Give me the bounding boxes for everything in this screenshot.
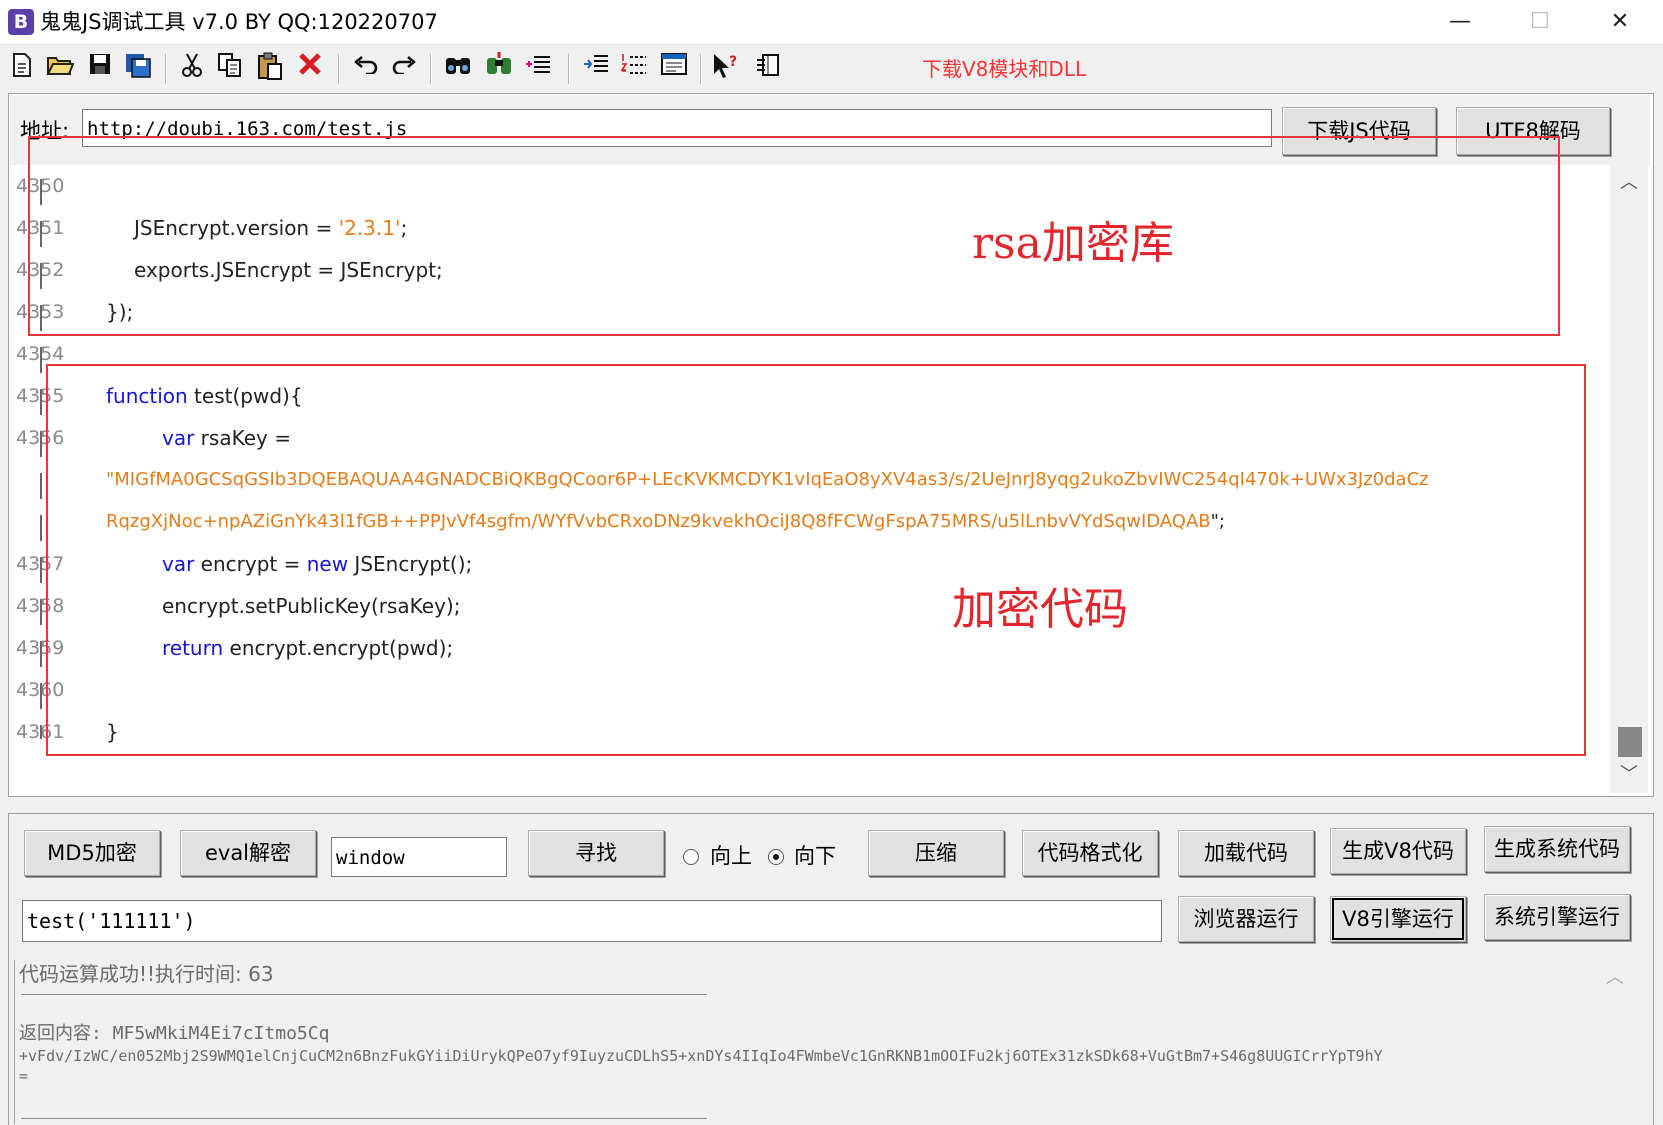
paste-icon[interactable] [254,52,286,84]
output-result-text: +vFdv/IzWC/en052Mbj2S9WMQ1elCnjCuCM2n6Bn… [19,1047,1383,1065]
minimize-button[interactable]: — [1425,0,1495,44]
window-title: 鬼鬼JS调试工具 v7.0 BY QQ:120220707 [40,10,438,34]
new-file-icon[interactable] [6,52,38,84]
save-icon[interactable] [84,52,116,84]
copy-icon[interactable] [214,52,246,84]
toolbar-separator [430,54,432,84]
command-input[interactable]: test('111111') [22,900,1162,942]
load-code-button[interactable]: 加载代码 [1178,830,1314,876]
eval-decrypt-button[interactable]: eval解密 [180,830,316,876]
cut-icon[interactable] [176,52,208,84]
search-down-radio[interactable] [768,849,784,865]
compress-button[interactable]: 压缩 [868,830,1004,876]
outdent-icon[interactable] [580,52,612,84]
output-panel[interactable]: 代码运算成功!!执行时间: 63 返回内容: MF5wMkiM4Ei7cItmo… [14,960,1597,1124]
browser-run-button[interactable]: 浏览器运行 [1178,896,1314,942]
system-engine-run-button[interactable]: 系统引擎运行 [1484,894,1630,940]
toolbar-separator [700,54,702,84]
v8-engine-run-button[interactable]: V8引擎运行 [1330,896,1466,942]
scroll-up-icon[interactable]: ︿ [1610,165,1648,201]
md5-encrypt-button[interactable]: MD5加密 [24,830,160,876]
find-icon[interactable] [442,52,474,84]
find-button[interactable]: 寻找 [528,830,664,876]
rsa-library-annotation-box [28,136,1560,336]
app-logo-icon: B [8,9,34,35]
undo-icon[interactable] [350,52,382,84]
delete-icon[interactable] [294,52,326,84]
encrypt-code-annotation-box [46,364,1586,756]
window-icon[interactable] [658,52,690,84]
output-result-end: = [19,1067,29,1085]
toolbar-separator [338,54,340,84]
encrypt-code-annotation-label: 加密代码 [952,584,1128,635]
help-pointer-icon[interactable]: ? [710,52,742,84]
close-button[interactable]: ✕ [1585,0,1655,44]
output-result-label: 返回内容: MF5wMkiM4Ei7cItmo5Cq [19,1023,330,1044]
generate-v8-code-button[interactable]: 生成V8代码 [1330,828,1466,874]
format-code-button[interactable]: 代码格式化 [1022,830,1158,876]
toolbar [0,45,1663,93]
svg-text:?: ? [729,54,737,70]
panel-icon[interactable] [752,52,784,84]
numbered-list-icon[interactable] [618,52,650,84]
maximize-button[interactable]: ☐ [1505,0,1575,44]
generate-system-code-button[interactable]: 生成系统代码 [1484,826,1630,872]
find-input[interactable]: window [331,837,507,877]
save-all-icon[interactable] [122,52,154,84]
search-up-label: 向上 [710,844,752,868]
search-down-label: 向下 [794,844,836,868]
output-scrollbar[interactable]: ︿ [1596,960,1634,1124]
search-up-radio[interactable] [683,849,699,865]
output-divider [21,1118,707,1119]
scroll-thumb[interactable] [1618,727,1642,757]
toolbar-separator [165,54,167,84]
scroll-down-icon[interactable]: ﹀ [1610,757,1648,793]
rsa-library-annotation-label: rsa加密库 [972,218,1174,269]
output-divider [21,994,707,995]
redo-icon[interactable] [388,52,420,84]
indent-list-icon[interactable] [522,52,554,84]
output-scroll-up-icon[interactable]: ︿ [1596,960,1634,996]
toolbar-separator [568,54,570,84]
editor-scrollbar[interactable]: ︿ ﹀ [1610,165,1648,793]
open-folder-icon[interactable] [44,52,76,84]
output-status: 代码运算成功!!执行时间: 63 [19,962,274,986]
find-next-icon[interactable] [484,52,516,84]
download-v8-link[interactable]: 下载V8模块和DLL [922,56,1086,82]
